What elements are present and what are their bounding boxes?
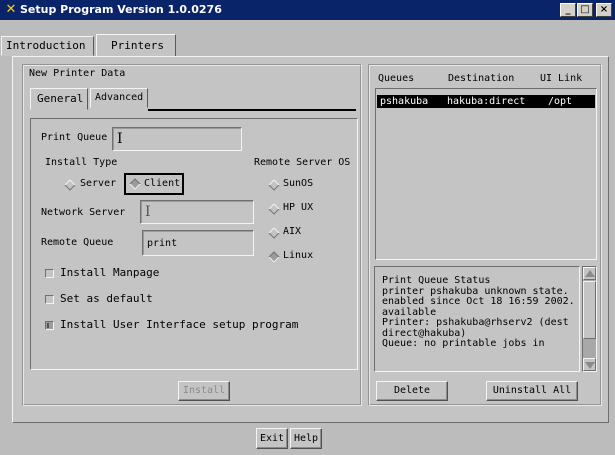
server-radio-label: Server bbox=[80, 178, 117, 189]
col-queues: Queues bbox=[378, 73, 415, 84]
status-line: Queue: no printable jobs in bbox=[382, 338, 545, 349]
queues-list[interactable] bbox=[375, 88, 597, 260]
remote-queue-value: print bbox=[147, 238, 178, 249]
tab-general-label: General bbox=[37, 92, 84, 105]
minimize-icon: _ bbox=[565, 4, 571, 15]
close-icon: × bbox=[599, 4, 609, 15]
print-queue-input[interactable]: I bbox=[112, 127, 242, 151]
new-printer-data-title: New Printer Data bbox=[29, 68, 126, 79]
remote-queue-label: Remote Queue bbox=[41, 237, 114, 248]
status-line: enabled since Oct 18 16:59 2002. bbox=[382, 296, 575, 307]
tab-advanced[interactable]: Advanced bbox=[90, 88, 148, 108]
close-button[interactable]: × bbox=[596, 3, 612, 17]
scroll-thumb[interactable] bbox=[583, 281, 596, 339]
arrow-down-icon bbox=[585, 362, 595, 369]
set-default-checkbox[interactable] bbox=[45, 295, 54, 304]
print-queue-value: I bbox=[117, 131, 123, 147]
tab-introduction[interactable]: Introduction bbox=[1, 36, 94, 56]
linux-radio-label: Linux bbox=[283, 250, 314, 261]
install-type-label: Install Type bbox=[45, 157, 118, 168]
hpux-radio-label: HP UX bbox=[283, 202, 314, 213]
install-manpage-checkbox[interactable] bbox=[45, 269, 54, 278]
status-line: Printer: pshakuba@rhserv2 (dest bbox=[382, 317, 569, 328]
tab-general[interactable]: General bbox=[30, 88, 88, 110]
col-destination: Destination bbox=[448, 73, 515, 84]
set-default-label: Set as default bbox=[60, 292, 153, 305]
scroll-up-button[interactable] bbox=[583, 267, 596, 280]
minimize-button[interactable]: _ bbox=[560, 3, 576, 17]
maximize-icon: □ bbox=[580, 4, 590, 15]
install-ui-label: Install User Interface setup program bbox=[60, 318, 299, 331]
queue-row-destination: hakuba:direct bbox=[447, 96, 526, 107]
tab-underline bbox=[148, 109, 356, 111]
col-ui-link: UI Link bbox=[540, 73, 583, 84]
window-title: Setup Program Version 1.0.0276 bbox=[20, 3, 222, 16]
remote-server-os-label: Remote Server OS bbox=[254, 157, 351, 168]
network-server-value: I bbox=[145, 204, 151, 220]
status-text: Print Queue Status printer pshakuba unkn… bbox=[382, 275, 575, 350]
tab-introduction-label: Introduction bbox=[6, 39, 86, 52]
install-ui-checkbox[interactable] bbox=[45, 321, 54, 330]
status-line: Print Queue Status bbox=[382, 275, 491, 286]
network-server-input[interactable]: I bbox=[140, 200, 254, 224]
delete-button[interactable]: Delete bbox=[376, 381, 448, 401]
remote-queue-input[interactable]: print bbox=[142, 230, 254, 256]
exit-button[interactable]: Exit bbox=[256, 428, 288, 449]
tab-printers[interactable]: Printers bbox=[96, 34, 176, 57]
app-x-icon: ✕ bbox=[5, 2, 17, 17]
tab-advanced-label: Advanced bbox=[95, 92, 144, 103]
maximize-button[interactable]: □ bbox=[577, 3, 593, 17]
aix-radio-label: AIX bbox=[283, 226, 302, 237]
sunos-radio-label: SunOS bbox=[283, 178, 314, 189]
queue-row-ui-link: /opt bbox=[548, 96, 573, 107]
arrow-up-icon bbox=[585, 270, 595, 277]
install-button[interactable]: Install bbox=[178, 381, 230, 401]
tab-printers-label: Printers bbox=[111, 39, 164, 52]
scroll-down-button[interactable] bbox=[583, 358, 596, 371]
install-manpage-label: Install Manpage bbox=[60, 266, 160, 279]
queue-row-queue: pshakuba bbox=[380, 96, 429, 107]
help-button[interactable]: Help bbox=[290, 428, 322, 449]
client-radio-label: Client bbox=[144, 178, 181, 189]
title-bar[interactable]: ✕ Setup Program Version 1.0.0276 _ □ × bbox=[0, 0, 615, 20]
network-server-label: Network Server bbox=[41, 207, 126, 218]
uninstall-all-button[interactable]: Uninstall All bbox=[486, 381, 578, 401]
print-queue-label: Print Queue bbox=[41, 132, 108, 143]
